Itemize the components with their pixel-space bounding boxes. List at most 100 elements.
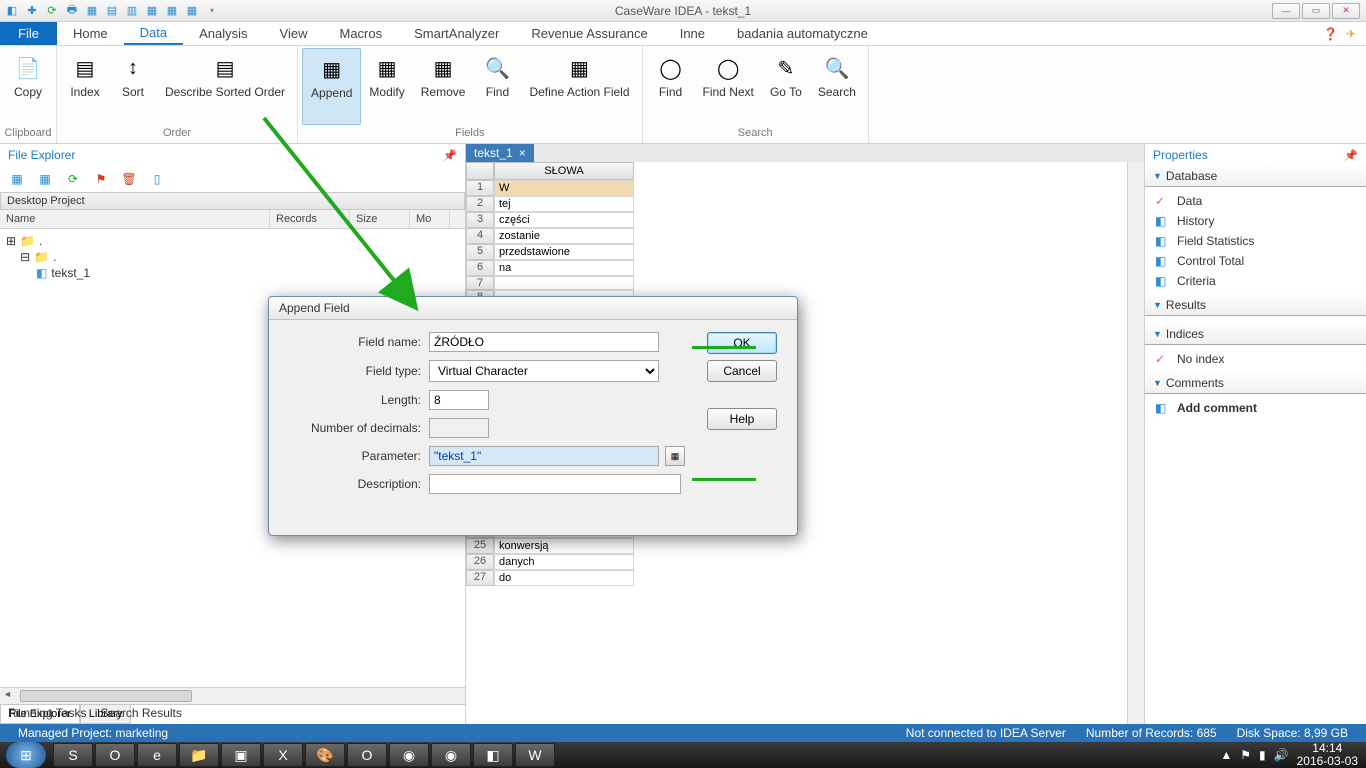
qat-dropdown-icon[interactable]: ▾ <box>204 3 220 19</box>
flag-icon[interactable]: ⚑ <box>92 170 110 188</box>
taskbar-excel[interactable]: X <box>263 743 303 767</box>
qat-icon[interactable]: ▦ <box>84 3 100 19</box>
cell[interactable]: konwersją <box>494 538 634 554</box>
modify-button[interactable]: ▦Modify <box>361 48 412 125</box>
qat-refresh-icon[interactable]: ⟳ <box>44 3 60 19</box>
col-size[interactable]: Size <box>350 210 410 228</box>
prop-addcomment[interactable]: ◧Add comment <box>1145 398 1366 418</box>
taskbar-ie[interactable]: e <box>137 743 177 767</box>
tree-folder[interactable]: ⊞⊟📁. <box>6 249 459 265</box>
search-button[interactable]: 🔍Search <box>810 48 864 125</box>
tablet-icon[interactable]: ▯ <box>148 170 166 188</box>
clock-date[interactable]: 2016-03-03 <box>1297 755 1358 768</box>
search-results-link[interactable]: Search Results <box>101 706 182 720</box>
document-tab[interactable]: tekst_1× <box>466 144 534 162</box>
find-button[interactable]: 🔍Find <box>473 48 521 125</box>
prop-fieldstats[interactable]: ◧Field Statistics <box>1145 231 1366 251</box>
describe-button[interactable]: ▤Describe Sorted Order <box>157 48 293 125</box>
maximize-button[interactable]: ▭ <box>1302 3 1330 19</box>
table-row[interactable]: 2tej <box>466 196 1144 212</box>
cancel-button[interactable]: Cancel <box>707 360 777 382</box>
minimize-button[interactable]: — <box>1272 3 1300 19</box>
col-records[interactable]: Records <box>270 210 350 228</box>
prop-criteria[interactable]: ◧Criteria <box>1145 271 1366 291</box>
qat-icon[interactable]: ▤ <box>104 3 120 19</box>
expression-builder-button[interactable]: ▦ <box>665 446 685 466</box>
tray-network-icon[interactable]: ▮ <box>1259 748 1266 762</box>
vertical-scrollbar[interactable] <box>1127 162 1144 724</box>
tab-data[interactable]: Data <box>124 22 183 45</box>
append-button[interactable]: ▦Append <box>302 48 361 125</box>
fieldtype-select[interactable]: Virtual Character <box>429 360 659 382</box>
taskbar-idea[interactable]: ◧ <box>473 743 513 767</box>
length-input[interactable] <box>429 390 489 410</box>
qat-icon[interactable]: ▦ <box>184 3 200 19</box>
parameter-input[interactable] <box>429 446 659 466</box>
cell[interactable]: tej <box>494 196 634 212</box>
table-row[interactable]: 4zostanie <box>466 228 1144 244</box>
tab-smartanalyzer[interactable]: SmartAnalyzer <box>398 22 515 45</box>
cell[interactable]: W <box>494 180 634 196</box>
cell[interactable]: części <box>494 212 634 228</box>
add-icon[interactable]: ▦ <box>36 170 54 188</box>
prop-control[interactable]: ◧Control Total <box>1145 251 1366 271</box>
table-row[interactable]: 6na <box>466 260 1144 276</box>
tab-home[interactable]: Home <box>57 22 124 45</box>
cell[interactable]: zostanie <box>494 228 634 244</box>
table-row[interactable]: 27do <box>466 570 1144 586</box>
new-db-icon[interactable]: ▦ <box>8 170 26 188</box>
find-next-button[interactable]: ◯Find Next <box>695 48 762 125</box>
tab-revenue[interactable]: Revenue Assurance <box>515 22 663 45</box>
tab-file[interactable]: File <box>0 22 57 45</box>
qat-print-icon[interactable]: 🖶 <box>64 3 80 19</box>
table-row[interactable]: 5przedstawione <box>466 244 1144 260</box>
taskbar-word[interactable]: W <box>515 743 555 767</box>
tab-macros[interactable]: Macros <box>323 22 398 45</box>
tray-volume-icon[interactable]: 🔊 <box>1274 748 1289 762</box>
ok-button[interactable]: OK <box>707 332 777 354</box>
taskbar-outlook[interactable]: O <box>95 743 135 767</box>
taskbar-skype[interactable]: S <box>53 743 93 767</box>
plane-icon[interactable]: ✈ <box>1346 27 1356 41</box>
tray-flag-icon[interactable]: ⚑ <box>1240 748 1251 762</box>
tab-badania[interactable]: badania automatyczne <box>721 22 884 45</box>
tree-file[interactable]: ◧tekst_1 <box>6 265 459 281</box>
qat-icon[interactable]: ▦ <box>164 3 180 19</box>
cell[interactable]: danych <box>494 554 634 570</box>
taskbar-chrome[interactable]: ◉ <box>389 743 429 767</box>
column-header[interactable]: SŁOWA <box>494 162 634 180</box>
refresh-icon[interactable]: ⟳ <box>64 170 82 188</box>
help-button[interactable]: Help <box>707 408 777 430</box>
tab-inne[interactable]: Inne <box>664 22 721 45</box>
close-button[interactable]: ✕ <box>1332 3 1360 19</box>
section-indices[interactable]: ▼Indices <box>1145 324 1366 345</box>
define-action-button[interactable]: ▦Define Action Field <box>521 48 637 125</box>
pin-icon[interactable]: 📌 <box>443 149 457 162</box>
col-name[interactable]: Name <box>0 210 270 228</box>
table-row[interactable]: 7 <box>466 276 1144 290</box>
col-mo[interactable]: Mo <box>410 210 450 228</box>
copy-button[interactable]: 📄Copy <box>4 48 52 125</box>
index-button[interactable]: ▤Index <box>61 48 109 125</box>
taskbar-opera[interactable]: O <box>347 743 387 767</box>
prop-data[interactable]: ✓Data <box>1145 191 1366 211</box>
close-tab-icon[interactable]: × <box>519 146 526 160</box>
running-tasks-link[interactable]: Running Tasks <box>8 706 87 720</box>
prop-history[interactable]: ◧History <box>1145 211 1366 231</box>
table-row[interactable]: 26danych <box>466 554 1144 570</box>
fieldname-input[interactable] <box>429 332 659 352</box>
tree-folder[interactable]: ⊞📁. <box>6 233 459 249</box>
help-icon[interactable]: ❓ <box>1323 27 1338 41</box>
cell[interactable]: na <box>494 260 634 276</box>
table-row[interactable]: 1W <box>466 180 1144 196</box>
section-results[interactable]: ▼Results <box>1145 295 1366 316</box>
search-find-button[interactable]: ◯Find <box>647 48 695 125</box>
delete-icon[interactable]: 🗑 <box>120 170 138 188</box>
table-row[interactable]: 25konwersją <box>466 538 1144 554</box>
taskbar-app[interactable]: ◉ <box>431 743 471 767</box>
remove-button[interactable]: ▦Remove <box>413 48 474 125</box>
pin-icon[interactable]: 📌 <box>1344 149 1358 162</box>
taskbar-explorer[interactable]: 📁 <box>179 743 219 767</box>
tab-view[interactable]: View <box>264 22 324 45</box>
taskbar-paint[interactable]: 🎨 <box>305 743 345 767</box>
